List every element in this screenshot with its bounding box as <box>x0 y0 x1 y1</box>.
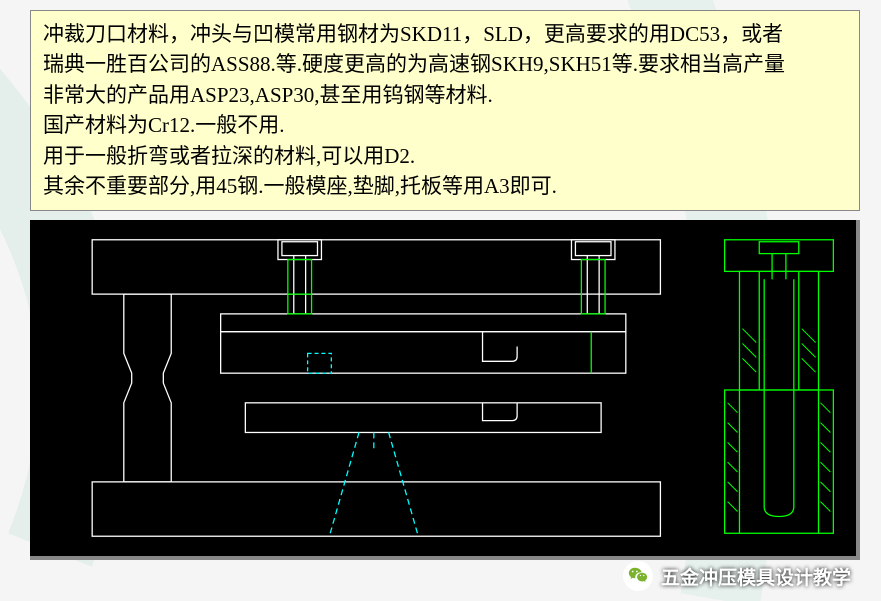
die-cross-section-svg <box>30 220 856 556</box>
note-line-1: 冲裁刀口材料，冲头与凹模常用钢材为SKD11，SLD，更高要求的用DC53，或者 <box>43 19 847 49</box>
guide-components-green <box>288 240 834 534</box>
note-line-4: 国产材料为Cr12.一般不用. <box>43 110 847 140</box>
cad-drawing-panel <box>30 220 860 560</box>
note-line-2: 瑞典一胜百公司的ASS88.等.硬度更高的为高速钢SKH9,SKH51等.要求相… <box>43 49 847 79</box>
note-line-5: 用于一般折弯或者拉深的材料,可以用D2. <box>43 141 847 171</box>
die-structure-white <box>92 240 660 536</box>
attribution-text: 五金冲压模具设计教学 <box>661 563 851 590</box>
note-line-6: 其余不重要部分,用45钢.一般模座,垫脚,托板等用A3即可. <box>43 171 847 201</box>
attribution-bar: 五金冲压模具设计教学 <box>623 561 851 591</box>
wechat-icon <box>623 561 653 591</box>
material-note-box: 冲裁刀口材料，冲头与凹模常用钢材为SKD11，SLD，更高要求的用DC53，或者… <box>30 10 860 211</box>
note-line-3: 非常大的产品用ASP23,ASP30,甚至用钨钢等材料. <box>43 80 847 110</box>
